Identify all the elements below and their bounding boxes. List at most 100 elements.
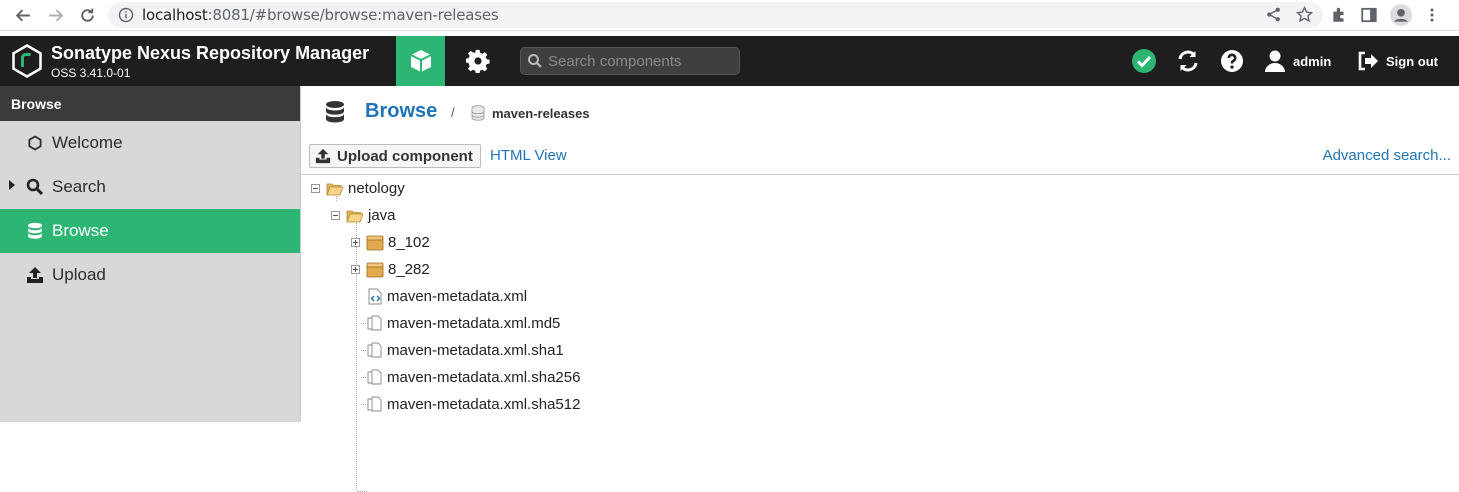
sign-out-label: Sign out bbox=[1386, 53, 1438, 69]
file-copy-icon bbox=[367, 396, 382, 412]
breadcrumb-root-link[interactable]: Browse bbox=[365, 100, 437, 123]
refresh-button[interactable] bbox=[1174, 47, 1202, 75]
file-copy-icon bbox=[367, 369, 382, 385]
tree-node-8-282[interactable]: 8_282 bbox=[351, 256, 430, 283]
sidebar-item-label: Upload bbox=[52, 265, 106, 284]
profile-icon[interactable] bbox=[1390, 4, 1412, 26]
app-title: Sonatype Nexus Repository Manager bbox=[51, 43, 370, 63]
admin-mode-button[interactable] bbox=[455, 36, 500, 86]
repository-icon bbox=[471, 105, 485, 121]
expand-toggle[interactable] bbox=[351, 238, 360, 247]
sidebar: Browse Welcome Search Browse Upload bbox=[0, 86, 301, 422]
tree-node-label: 8_282 bbox=[388, 261, 430, 278]
tree-node-maven-metadata-sha1[interactable]: maven-metadata.xml.sha1 bbox=[367, 337, 564, 364]
help-button[interactable] bbox=[1218, 47, 1246, 75]
user-icon bbox=[1265, 50, 1285, 72]
search-components-field[interactable] bbox=[520, 47, 740, 75]
component-box-icon bbox=[366, 262, 384, 277]
expand-caret-icon[interactable] bbox=[9, 180, 15, 190]
user-account-button[interactable]: admin bbox=[1264, 36, 1331, 86]
side-panel-icon[interactable] bbox=[1360, 6, 1378, 24]
search-icon bbox=[26, 178, 44, 196]
sidebar-item-welcome[interactable]: Welcome bbox=[0, 121, 300, 165]
tree-node-label: java bbox=[368, 207, 396, 224]
address-bar[interactable]: localhost:8081/#browse/browse:maven-rele… bbox=[108, 2, 1323, 28]
html-view-link[interactable]: HTML View bbox=[490, 147, 567, 164]
hexagon-icon bbox=[26, 134, 44, 152]
url-path: :8081/#browse/browse:maven-releases bbox=[207, 6, 499, 24]
nexus-logo-icon bbox=[12, 44, 42, 78]
tree-node-maven-metadata-md5[interactable]: maven-metadata.xml.md5 bbox=[367, 310, 560, 337]
arrow-right-icon bbox=[48, 9, 63, 21]
back-button[interactable] bbox=[8, 0, 38, 30]
tree-node-label: maven-metadata.xml.md5 bbox=[387, 315, 561, 332]
system-status-indicator[interactable] bbox=[1130, 47, 1158, 75]
arrow-left-icon bbox=[15, 9, 30, 21]
component-box-icon bbox=[366, 235, 384, 250]
question-circle-icon bbox=[1221, 50, 1243, 72]
app-header: Sonatype Nexus Repository Manager OSS 3.… bbox=[0, 36, 1459, 86]
sidebar-heading: Browse bbox=[0, 86, 300, 121]
extensions-icon[interactable] bbox=[1330, 6, 1348, 24]
folder-open-icon bbox=[346, 210, 364, 222]
tree-node-netology[interactable]: netology bbox=[311, 175, 405, 202]
reload-icon bbox=[80, 8, 94, 22]
upload-component-label: Upload component bbox=[337, 147, 473, 165]
upload-icon bbox=[26, 266, 44, 284]
tree-guide-line bbox=[361, 323, 366, 324]
refresh-icon bbox=[1178, 50, 1198, 72]
browse-toolbar: Upload component HTML View Advanced sear… bbox=[301, 140, 1459, 175]
tree-node-java[interactable]: java bbox=[331, 202, 396, 229]
forward-button[interactable] bbox=[40, 0, 70, 30]
upload-component-button[interactable]: Upload component bbox=[309, 144, 481, 168]
tree-node-maven-metadata-xml[interactable]: maven-metadata.xml bbox=[367, 283, 527, 310]
reload-button[interactable] bbox=[72, 0, 102, 30]
sidebar-item-label: Welcome bbox=[52, 133, 123, 152]
tree-node-8-102[interactable]: 8_102 bbox=[351, 229, 430, 256]
file-copy-icon bbox=[367, 342, 382, 358]
tree-node-label: maven-metadata.xml bbox=[387, 288, 528, 305]
tree-node-maven-metadata-sha512[interactable]: maven-metadata.xml.sha512 bbox=[367, 391, 580, 418]
breadcrumb-separator: / bbox=[451, 105, 455, 120]
sidebar-item-search[interactable]: Search bbox=[0, 165, 300, 209]
database-icon bbox=[26, 222, 44, 240]
tree-guide-line bbox=[361, 404, 366, 405]
folder-open-icon bbox=[326, 183, 344, 195]
collapse-toggle[interactable] bbox=[311, 184, 320, 193]
xml-file-icon bbox=[368, 288, 382, 305]
share-icon[interactable] bbox=[1265, 6, 1282, 23]
sidebar-item-browse[interactable]: Browse bbox=[0, 209, 300, 253]
tree-node-label: maven-metadata.xml.sha256 bbox=[387, 369, 581, 386]
tree-node-label: maven-metadata.xml.sha1 bbox=[387, 342, 564, 359]
app-version: OSS 3.41.0-01 bbox=[51, 66, 131, 80]
upload-icon bbox=[315, 148, 331, 164]
advanced-search-link[interactable]: Advanced search... bbox=[1323, 147, 1451, 164]
sidebar-item-upload[interactable]: Upload bbox=[0, 253, 300, 297]
url-host: localhost bbox=[142, 6, 208, 24]
sign-out-button[interactable]: Sign out bbox=[1357, 36, 1438, 86]
star-icon[interactable] bbox=[1296, 6, 1313, 23]
sign-out-icon bbox=[1358, 51, 1378, 71]
browser-toolbar: localhost:8081/#browse/browse:maven-rele… bbox=[0, 0, 1459, 31]
kebab-menu-icon[interactable] bbox=[1424, 6, 1440, 24]
tree-guide-line bbox=[361, 350, 366, 351]
expand-toggle[interactable] bbox=[351, 265, 360, 274]
tree-guide-line bbox=[361, 377, 366, 378]
cube-icon bbox=[410, 50, 431, 72]
url-text: localhost:8081/#browse/browse:maven-rele… bbox=[142, 6, 499, 24]
gear-icon bbox=[465, 49, 490, 73]
sidebar-item-label: Browse bbox=[52, 221, 109, 240]
tree-node-maven-metadata-sha256[interactable]: maven-metadata.xml.sha256 bbox=[367, 364, 580, 391]
tree-node-label: 8_102 bbox=[388, 234, 430, 251]
browse-mode-button[interactable] bbox=[396, 36, 445, 86]
tree-node-label: maven-metadata.xml.sha512 bbox=[387, 396, 581, 413]
main-content: Browse / maven-releases Upload component… bbox=[301, 86, 1459, 492]
info-icon bbox=[118, 7, 134, 23]
search-components-input[interactable] bbox=[548, 52, 738, 70]
collapse-toggle[interactable] bbox=[331, 211, 340, 220]
search-icon bbox=[528, 54, 542, 68]
file-copy-icon bbox=[367, 315, 382, 331]
username: admin bbox=[1293, 53, 1332, 69]
sidebar-item-label: Search bbox=[52, 177, 106, 196]
breadcrumb-repository: maven-releases bbox=[492, 106, 590, 121]
